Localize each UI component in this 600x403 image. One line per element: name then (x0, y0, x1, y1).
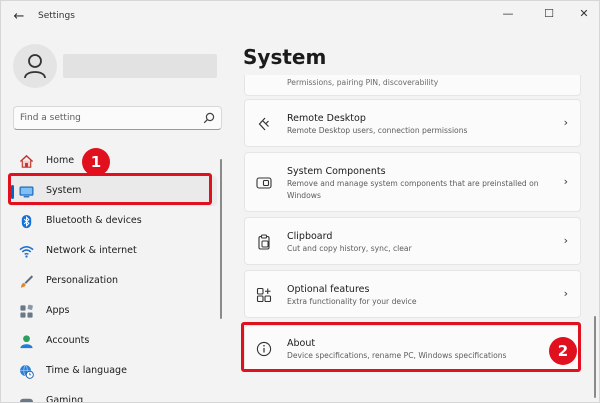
step-badge-1: 1 (82, 148, 110, 176)
app-title: Settings (38, 11, 75, 21)
chevron-right-icon: › (563, 116, 568, 129)
wifi-icon (19, 246, 34, 258)
clipboard-icon (258, 234, 270, 250)
sidebar-item-label: Personalization (46, 275, 119, 286)
home-icon (19, 154, 34, 168)
back-button[interactable]: ← (9, 8, 29, 26)
search-box[interactable] (13, 106, 222, 130)
system-components-icon (256, 177, 272, 189)
card-title: Clipboard (287, 231, 333, 242)
maximize-button[interactable]: ☐ (538, 5, 560, 23)
sidebar-item-label: Home (46, 155, 75, 166)
search-icon[interactable] (203, 112, 215, 124)
accounts-icon (20, 335, 33, 349)
globe-clock-icon (20, 364, 34, 379)
search-input[interactable] (20, 110, 200, 126)
sidebar-item-personalization[interactable]: Personalization (9, 266, 217, 296)
sidebar-item-network[interactable]: Network & internet (9, 236, 217, 266)
chevron-right-icon: › (563, 287, 568, 300)
card-optional-features[interactable]: Optional features Extra functionality fo… (244, 270, 581, 318)
remote-desktop-icon (258, 117, 269, 131)
card-subtitle: Permissions, pairing PIN, discoverabilit… (287, 78, 439, 87)
username-redacted (63, 54, 217, 78)
sidebar-item-label: Network & internet (46, 245, 137, 256)
sidebar-item-bluetooth[interactable]: Bluetooth & devices (9, 206, 217, 236)
card-subtitle: Remove and manage system components that… (287, 179, 539, 200)
card-system-components[interactable]: System Components Remove and manage syst… (244, 152, 581, 212)
main-scrollbar[interactable] (594, 316, 596, 398)
gaming-icon (19, 398, 34, 402)
close-button[interactable]: ✕ (573, 5, 595, 23)
card-nearby-sharing-partial[interactable]: Permissions, pairing PIN, discoverabilit… (244, 75, 581, 96)
sidebar-item-home[interactable]: Home (9, 146, 217, 176)
optional-features-icon (256, 287, 272, 303)
sidebar-item-accounts[interactable]: Accounts (9, 326, 217, 356)
page-title: System (243, 45, 327, 69)
apps-icon (20, 304, 33, 318)
sidebar-item-gaming[interactable]: Gaming (9, 386, 217, 403)
bluetooth-icon (21, 214, 32, 229)
card-subtitle: Remote Desktop users, connection permiss… (287, 126, 468, 135)
highlight-system (8, 173, 212, 205)
card-subtitle: Extra functionality for your device (287, 297, 417, 306)
card-clipboard[interactable]: Clipboard Cut and copy history, sync, cl… (244, 217, 581, 265)
avatar[interactable] (13, 44, 57, 88)
settings-window: ← Settings — ☐ ✕ Home (0, 0, 600, 403)
highlight-about (241, 322, 581, 372)
sidebar-item-label: Accounts (46, 335, 90, 346)
minimize-button[interactable]: — (497, 5, 519, 23)
card-remote-desktop[interactable]: Remote Desktop Remote Desktop users, con… (244, 99, 581, 147)
chevron-right-icon: › (563, 234, 568, 247)
card-subtitle: Cut and copy history, sync, clear (287, 244, 412, 253)
sidebar-scrollbar[interactable] (220, 159, 222, 319)
step-badge-2: 2 (549, 337, 577, 365)
sidebar-item-label: Apps (46, 305, 70, 316)
title-bar: ← Settings — ☐ ✕ (1, 1, 599, 33)
sidebar-item-apps[interactable]: Apps (9, 296, 217, 326)
sidebar-item-label: Gaming (46, 395, 84, 403)
card-title: System Components (287, 166, 386, 177)
card-title: Optional features (287, 284, 370, 295)
paintbrush-icon (20, 275, 34, 288)
card-title: Remote Desktop (287, 113, 366, 124)
sidebar-item-label: Bluetooth & devices (46, 215, 142, 226)
sidebar-item-time-language[interactable]: Time & language (9, 356, 217, 386)
chevron-right-icon: › (563, 175, 568, 188)
person-icon (24, 54, 46, 79)
sidebar-item-label: Time & language (46, 365, 127, 376)
